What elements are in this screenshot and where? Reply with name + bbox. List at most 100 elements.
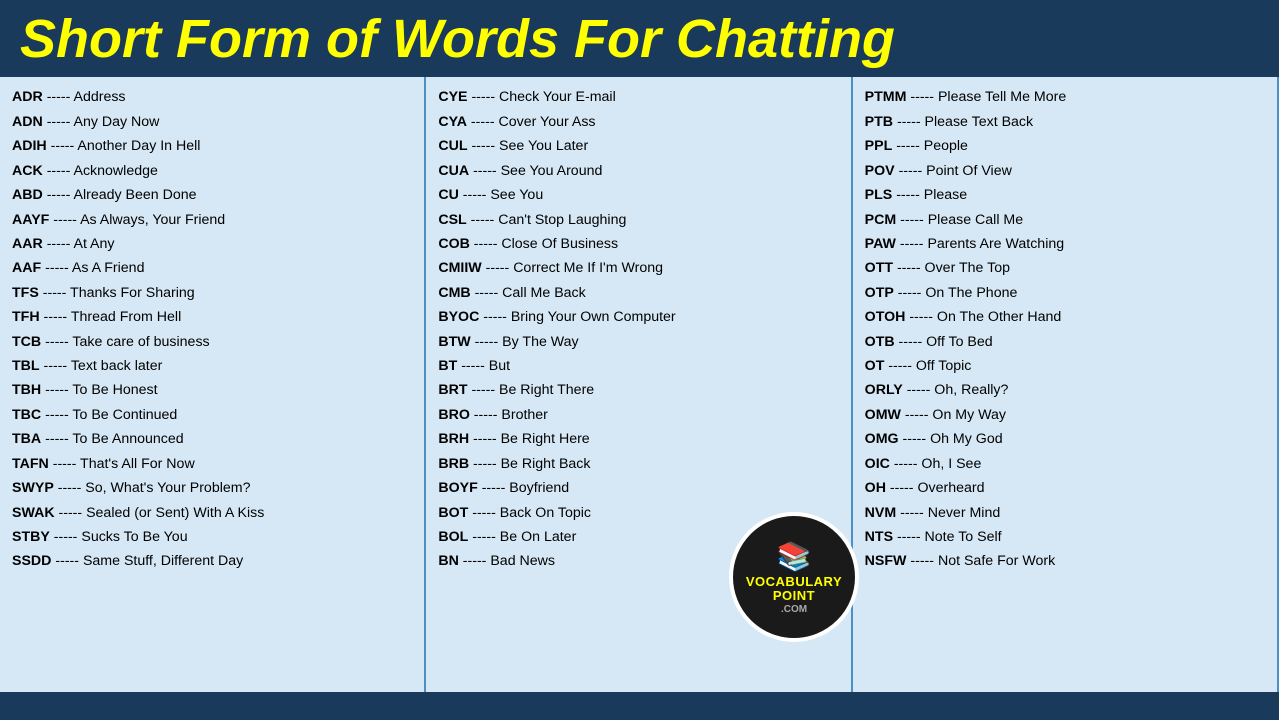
abbr-dashes: ----- [890,456,922,472]
abbr-meaning: Acknowledge [73,163,157,179]
abbr-code: TBL [12,358,40,374]
abbr-dashes: ----- [41,431,72,447]
list-item: COB ----- Close Of Business [438,232,838,256]
abbr-meaning: Bad News [490,553,555,569]
list-item: BRB ----- Be Right Back [438,452,838,476]
abbr-dashes: ----- [478,480,510,496]
abbr-dashes: ----- [894,285,926,301]
abbr-code: TAFN [12,456,49,472]
abbr-code: OTP [865,285,894,301]
abbr-meaning: Call Me Back [502,285,586,301]
abbr-meaning: Can't Stop Laughing [498,212,626,228]
abbr-meaning: At Any [73,236,114,252]
header: Short Form of Words For Chatting [0,0,1279,77]
abbr-meaning: By The Way [502,334,578,350]
list-item: CMIIW ----- Correct Me If I'm Wrong [438,256,838,280]
abbr-dashes: ----- [467,114,499,130]
abbr-dashes: ----- [892,138,924,154]
abbr-dashes: ----- [468,505,500,521]
abbr-meaning: Take care of business [72,334,209,350]
list-item: OTP ----- On The Phone [865,281,1265,305]
abbr-dashes: ----- [479,309,511,325]
abbr-meaning: Check Your E-mail [499,89,616,105]
abbr-meaning: Be On Later [500,529,577,545]
list-item: PTB ----- Please Text Back [865,110,1265,134]
list-item: ADIH ----- Another Day In Hell [12,134,412,158]
abbr-code: ACK [12,163,43,179]
abbr-meaning: People [924,138,968,154]
abbr-code: PLS [865,187,893,203]
list-item: OMG ----- Oh My God [865,427,1265,451]
abbr-code: BRT [438,382,467,398]
abbr-code: PTMM [865,89,907,105]
abbr-dashes: ----- [886,480,918,496]
abbr-meaning: On The Other Hand [937,309,1061,325]
list-item: PTMM ----- Please Tell Me More [865,85,1265,109]
abbr-dashes: ----- [41,407,72,423]
list-item: SWAK ----- Sealed (or Sent) With A Kiss [12,501,412,525]
abbr-dashes: ----- [55,505,87,521]
abbr-dashes: ----- [471,285,503,301]
abbr-dashes: ----- [896,236,928,252]
abbr-code: ADR [12,89,43,105]
abbr-dashes: ----- [457,358,489,374]
abbr-meaning: So, What's Your Problem? [85,480,250,496]
abbr-meaning: Sealed (or Sent) With A Kiss [86,505,264,521]
abbr-dashes: ----- [39,285,70,301]
abbr-dashes: ----- [895,334,927,350]
abbr-meaning: Close Of Business [501,236,618,252]
abbr-meaning: On My Way [932,407,1006,423]
abbr-dashes: ----- [906,553,938,569]
abbr-meaning: Over The Top [925,260,1010,276]
abbr-meaning: Thread From Hell [71,309,181,325]
abbr-code: BT [438,358,457,374]
abbr-code: BN [438,553,459,569]
list-item: PLS ----- Please [865,183,1265,207]
list-item: CMB ----- Call Me Back [438,281,838,305]
list-item: OTT ----- Over The Top [865,256,1265,280]
abbr-code: NVM [865,505,897,521]
list-item: BTW ----- By The Way [438,330,838,354]
list-item: CUL ----- See You Later [438,134,838,158]
abbr-code: TBH [12,382,41,398]
abbr-meaning: Note To Self [925,529,1002,545]
abbr-dashes: ----- [41,382,72,398]
abbr-code: AAYF [12,212,49,228]
abbr-meaning: As A Friend [72,260,145,276]
list-item: BOYF ----- Boyfriend [438,476,838,500]
abbr-code: BOL [438,529,468,545]
abbr-code: BOYF [438,480,477,496]
abbr-dashes: ----- [893,114,925,130]
list-item: AAYF ----- As Always, Your Friend [12,208,412,232]
abbr-code: BOT [438,505,468,521]
list-item: TCB ----- Take care of business [12,330,412,354]
abbr-meaning: To Be Announced [72,431,183,447]
abbr-meaning: Not Safe For Work [938,553,1055,569]
list-item: OTOH ----- On The Other Hand [865,305,1265,329]
abbr-meaning: Back On Topic [500,505,591,521]
column-3: PTMM ----- Please Tell Me MorePTB ----- … [853,77,1279,692]
abbr-dashes: ----- [892,187,924,203]
list-item: TAFN ----- That's All For Now [12,452,412,476]
abbr-meaning: Address [73,89,125,105]
abbr-code: SWAK [12,505,55,521]
abbr-code: STBY [12,529,50,545]
abbr-meaning: See You Around [501,163,603,179]
abbr-meaning: Off To Bed [926,334,993,350]
abbr-code: PPL [865,138,893,154]
abbr-code: CUL [438,138,467,154]
abbr-code: NTS [865,529,893,545]
abbr-meaning: As Always, Your Friend [80,212,225,228]
abbr-dashes: ----- [470,236,502,252]
abbr-code: TBA [12,431,41,447]
abbr-code: COB [438,236,470,252]
abbr-code: TBC [12,407,41,423]
list-item: BRH ----- Be Right Here [438,427,838,451]
abbr-code: AAF [12,260,41,276]
abbr-meaning: Be Right Back [501,456,591,472]
abbr-code: PCM [865,212,897,228]
abbr-code: NSFW [865,553,907,569]
abbr-meaning: Oh, Really? [934,382,1008,398]
abbr-dashes: ----- [469,431,501,447]
abbr-code: ORLY [865,382,903,398]
